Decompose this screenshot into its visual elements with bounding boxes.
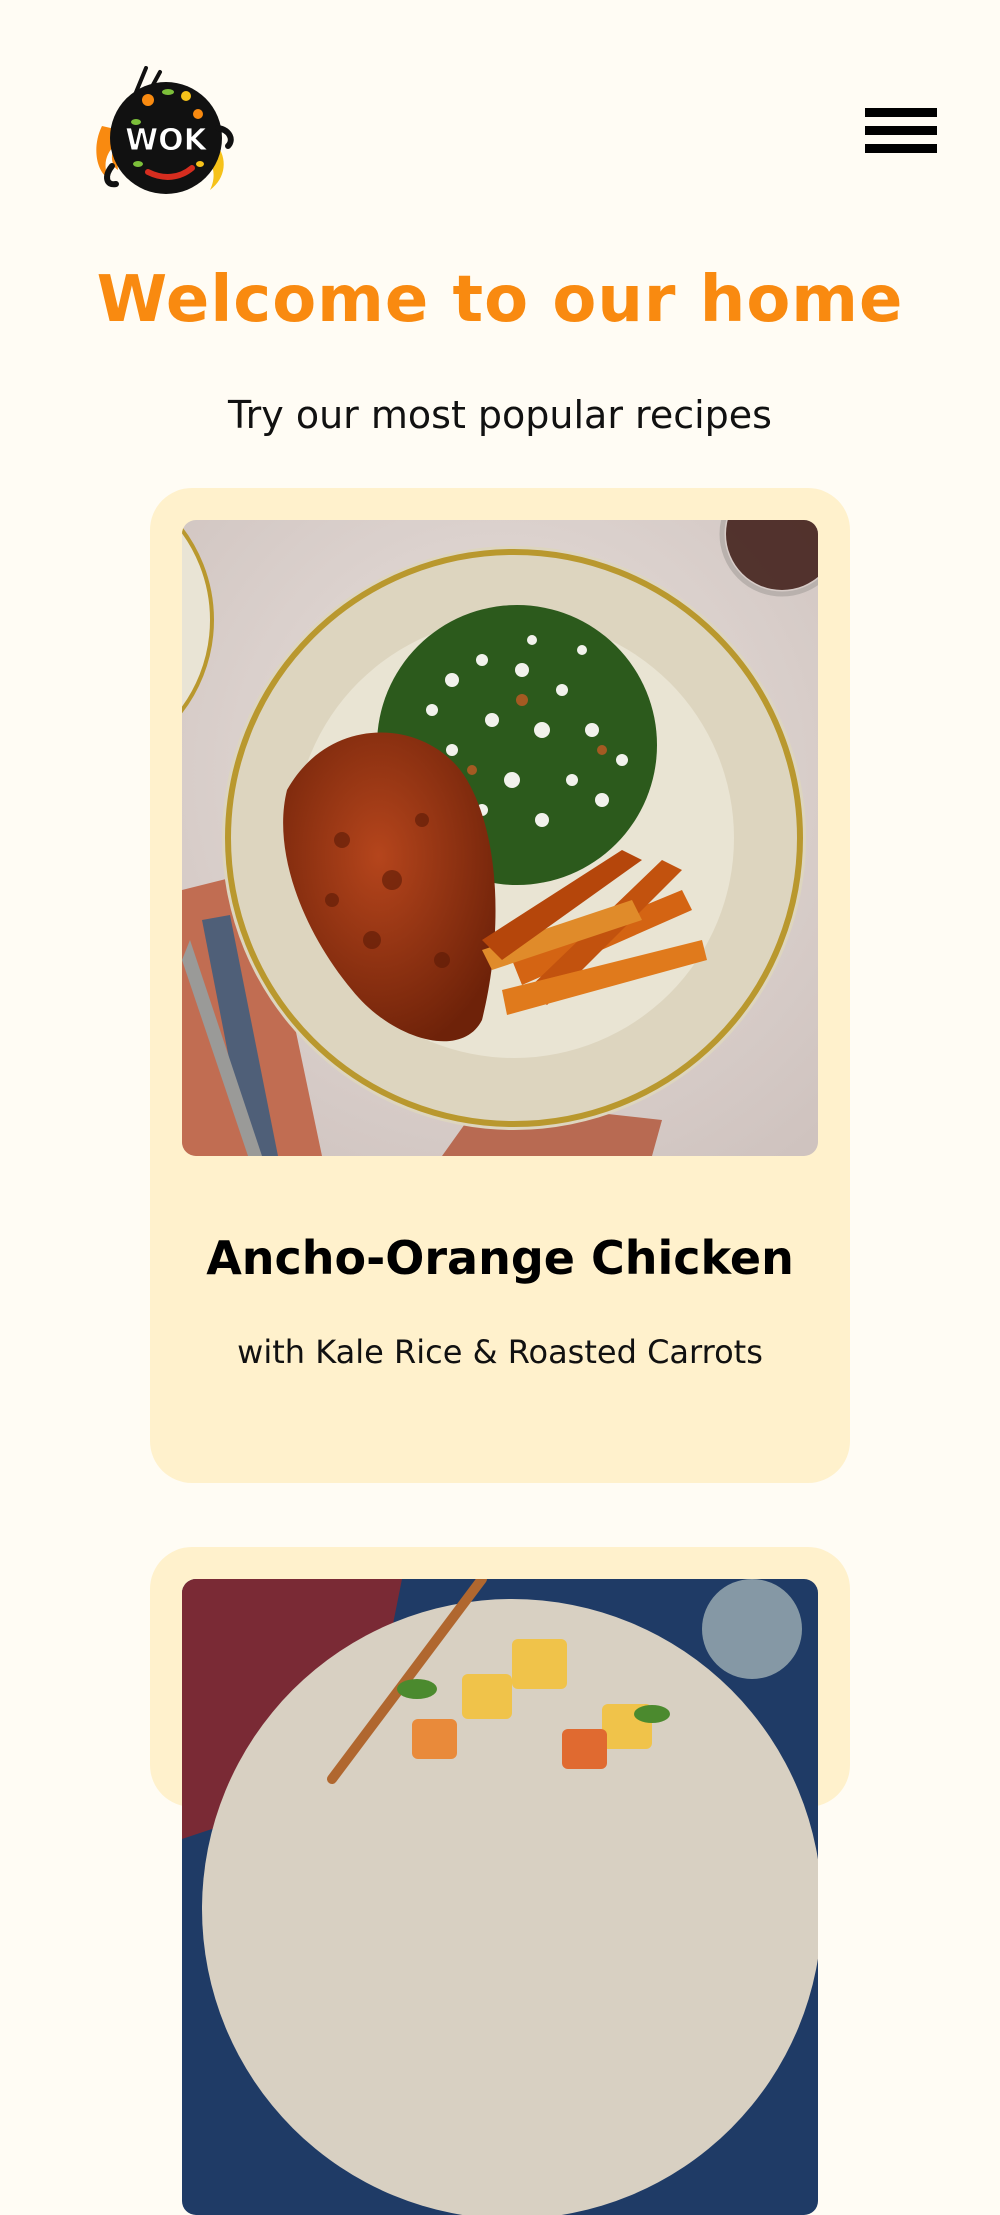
hamburger-bar	[865, 126, 937, 135]
hamburger-menu-icon	[865, 108, 937, 117]
potato-bowl-image	[182, 1579, 818, 2215]
recipe-card[interactable]	[150, 1547, 850, 2215]
wok-logo-icon: WOK	[96, 66, 234, 194]
chicken-plate-image	[182, 520, 818, 1156]
popular-recipes-subtitle: Try our most popular recipes	[228, 393, 772, 437]
svg-text:WOK: WOK	[125, 123, 209, 158]
hamburger-bar	[865, 144, 937, 153]
wok-logo[interactable]: WOK	[88, 66, 243, 206]
recipe-title: Ancho-Orange Chicken	[206, 1231, 794, 1285]
recipe-description: with Kale Rice & Roasted Carrots	[237, 1333, 763, 1371]
welcome-heading: Welcome to our home	[96, 263, 904, 337]
site-header: WOK	[0, 0, 1000, 230]
recipe-card[interactable]: Ancho-Orange Chicken with Kale Rice & Ro…	[150, 488, 850, 1483]
hamburger-menu-button[interactable]	[865, 108, 937, 154]
